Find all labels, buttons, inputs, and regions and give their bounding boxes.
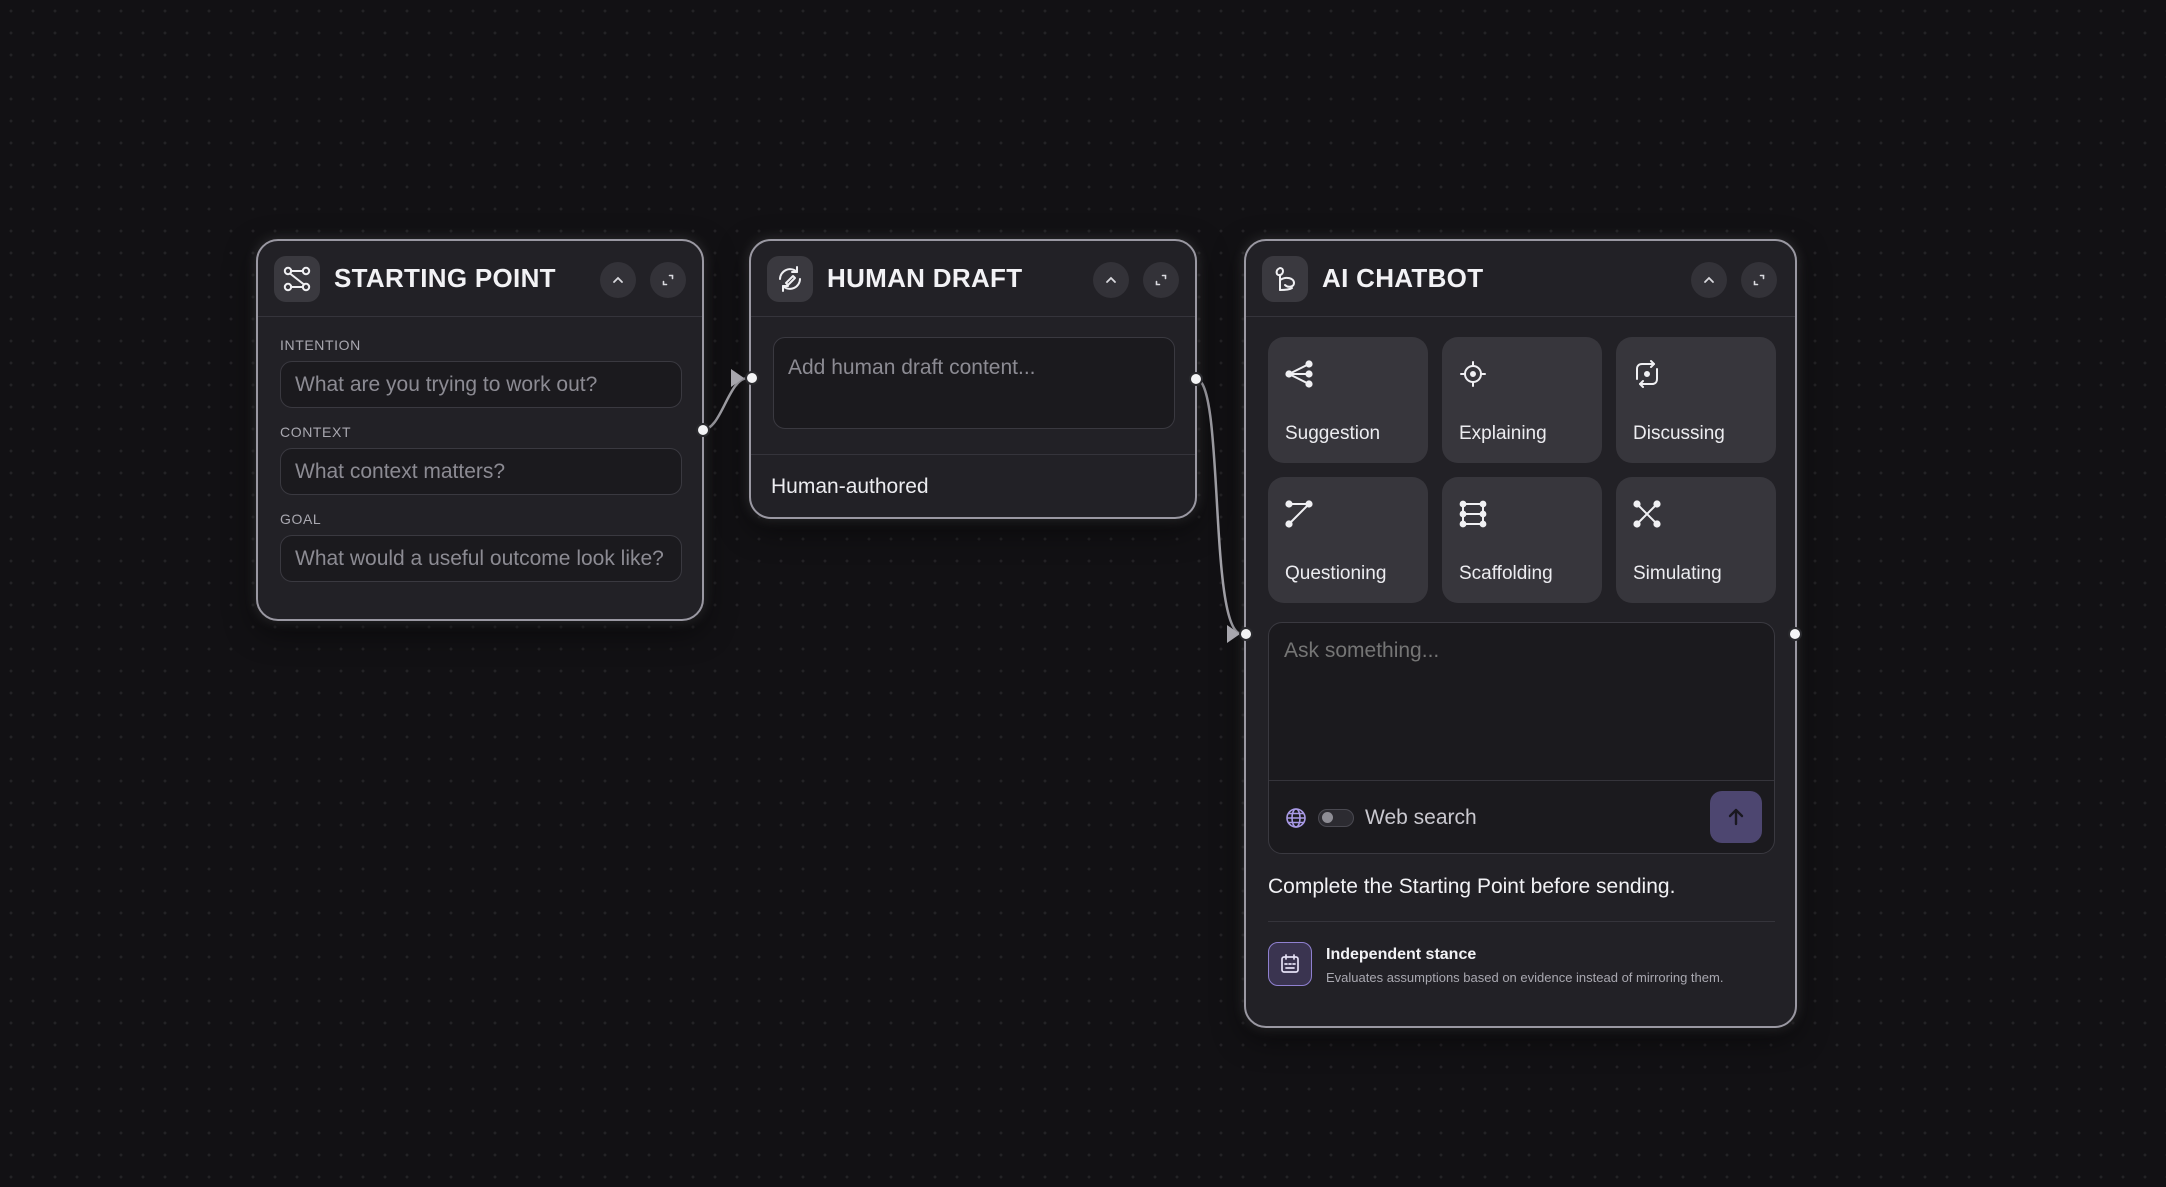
node-title: STARTING POINT — [334, 263, 556, 293]
expand-icon — [662, 274, 674, 286]
send-button[interactable] — [1710, 791, 1762, 843]
stance-description: Evaluates assumptions based on evidence … — [1326, 970, 1724, 985]
mode-label: Questioning — [1285, 563, 1387, 584]
mode-discussing[interactable]: Discussing — [1616, 337, 1776, 463]
mode-label: Scaffolding — [1459, 563, 1553, 584]
ask-box: Web search — [1268, 622, 1775, 854]
calendar-stance-icon — [1281, 954, 1299, 973]
starting-point-header[interactable]: STARTING POINT — [258, 241, 702, 317]
ai-chatbot-node[interactable]: AI CHATBOT Suggestion Explaining Discuss… — [1244, 239, 1797, 1028]
collapse-button[interactable] — [1093, 262, 1129, 298]
goal-input[interactable] — [280, 535, 682, 582]
stance-title: Independent stance — [1326, 946, 1477, 963]
human-draft-node[interactable]: HUMAN DRAFT Human-authored — [749, 239, 1197, 519]
stance-icon-box — [1268, 942, 1312, 986]
human-draft-input-handle[interactable] — [745, 371, 759, 385]
ladder-icon — [1459, 500, 1487, 528]
starting-point-node[interactable]: STARTING POINT INTENTION CONTEXT GOAL — [256, 239, 704, 621]
chevron-up-icon — [1704, 276, 1714, 283]
mode-explaining[interactable]: Explaining — [1442, 337, 1602, 463]
globe-icon — [1286, 808, 1306, 828]
intention-input[interactable] — [280, 361, 682, 408]
cross-nodes-icon — [1633, 500, 1661, 528]
collapse-button[interactable] — [600, 262, 636, 298]
ai-chatbot-input-handle[interactable] — [1239, 627, 1253, 641]
web-search-toggle[interactable] — [1318, 809, 1354, 827]
expand-icon — [1155, 274, 1167, 286]
chevron-up-icon — [1106, 276, 1116, 283]
mode-label: Suggestion — [1285, 423, 1381, 444]
arrow-up-icon — [1728, 808, 1744, 826]
edge-draft-to-chatbot — [1195, 377, 1243, 636]
mode-questioning[interactable]: Questioning — [1268, 477, 1428, 603]
starting-point-output-handle[interactable] — [696, 423, 710, 437]
cycle-icon — [1636, 360, 1658, 388]
mode-label: Simulating — [1633, 563, 1722, 584]
expand-button[interactable] — [1741, 262, 1777, 298]
diagonal-path-icon — [1285, 500, 1313, 528]
draft-content-input[interactable] — [773, 337, 1175, 429]
expand-button[interactable] — [650, 262, 686, 298]
notice-divider — [1268, 921, 1775, 922]
expand-icon — [1753, 274, 1765, 286]
node-title: HUMAN DRAFT — [827, 263, 1023, 293]
ask-box-divider — [1269, 780, 1774, 781]
authorship-label: Human-authored — [771, 475, 929, 498]
ai-chatbot-output-handle[interactable] — [1788, 627, 1802, 641]
toggle-knob — [1322, 812, 1333, 823]
mode-simulating[interactable]: Simulating — [1616, 477, 1776, 603]
bot-icon — [1262, 256, 1308, 302]
intention-label: INTENTION — [280, 337, 361, 353]
human-draft-output-handle[interactable] — [1189, 372, 1203, 386]
target-icon — [1460, 361, 1486, 387]
context-input[interactable] — [280, 448, 682, 495]
context-label: CONTEXT — [280, 424, 352, 440]
send-notice: Complete the Starting Point before sendi… — [1268, 875, 1676, 898]
ai-chatbot-header[interactable]: AI CHATBOT — [1246, 241, 1795, 317]
flow-nodes-icon — [274, 256, 320, 302]
mode-label: Explaining — [1459, 423, 1547, 444]
node-title: AI CHATBOT — [1322, 263, 1484, 293]
web-search-label: Web search — [1365, 806, 1477, 829]
human-draft-header[interactable]: HUMAN DRAFT — [751, 241, 1195, 317]
draft-input-arrow — [731, 369, 744, 387]
share-branch-icon — [1285, 360, 1313, 388]
goal-label: GOAL — [280, 511, 322, 527]
expand-button[interactable] — [1143, 262, 1179, 298]
mode-suggestion[interactable]: Suggestion — [1268, 337, 1428, 463]
refresh-edit-icon — [767, 256, 813, 302]
mode-scaffolding[interactable]: Scaffolding — [1442, 477, 1602, 603]
mode-label: Discussing — [1633, 423, 1725, 444]
draft-footer-divider — [751, 454, 1195, 455]
chevron-up-icon — [613, 276, 623, 283]
ask-input[interactable] — [1269, 623, 1774, 780]
collapse-button[interactable] — [1691, 262, 1727, 298]
